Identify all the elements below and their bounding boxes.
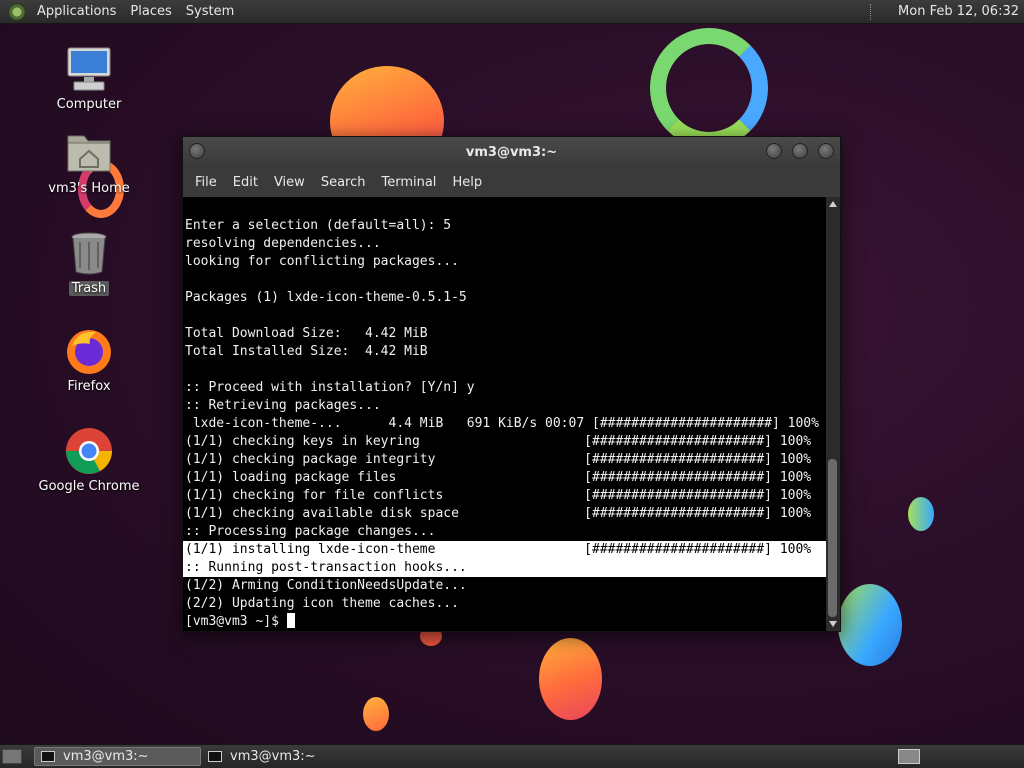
taskbar-item-label: vm3@vm3:~ <box>230 749 316 764</box>
desktop-icon-label: Computer <box>56 97 122 112</box>
terminal-line: (1/1) checking keys in keyring [########… <box>185 434 812 449</box>
terminal-line: (1/1) loading package files [###########… <box>185 470 812 485</box>
desktop-icon-label: Google Chrome <box>38 479 140 494</box>
terminal-output[interactable]: Enter a selection (default=all): 5 resol… <box>183 197 826 631</box>
taskbar-item-label: vm3@vm3:~ <box>63 749 149 764</box>
terminal-icon <box>208 751 222 762</box>
desktop-icon-trash[interactable]: Trash <box>34 228 144 296</box>
home-folder-icon <box>64 128 114 178</box>
text-cursor <box>286 613 295 628</box>
minimize-button[interactable] <box>766 143 782 159</box>
window-menubar: File Edit View Search Terminal Help <box>183 167 840 197</box>
terminal-line-selected: :: Running post-transaction hooks... <box>183 559 826 577</box>
terminal-line: :: Proceed with installation? [Y/n] y <box>185 380 475 395</box>
menu-view[interactable]: View <box>266 175 313 190</box>
menu-help[interactable]: Help <box>444 175 490 190</box>
window-title: vm3@vm3:~ <box>465 145 558 160</box>
terminal-prompt-line[interactable]: [vm3@vm3 ~]$ <box>183 613 826 631</box>
terminal-icon <box>41 751 55 762</box>
terminal-line: (2/2) Updating icon theme caches... <box>185 596 459 611</box>
terminal-line: lxde-icon-theme-... 4.4 MiB 691 KiB/s 00… <box>185 416 819 431</box>
terminal-window[interactable]: vm3@vm3:~ File Edit View Search Terminal… <box>182 136 841 632</box>
window-titlebar[interactable]: vm3@vm3:~ <box>183 137 840 167</box>
panel-separator <box>870 4 874 20</box>
desktop-icon-home[interactable]: vm3's Home <box>34 128 144 196</box>
terminal-line: Enter a selection (default=all): 5 <box>185 218 452 233</box>
desktop-icon-label: vm3's Home <box>48 181 130 196</box>
menu-terminal[interactable]: Terminal <box>373 175 444 190</box>
desktop-icon-computer[interactable]: Computer <box>34 44 144 112</box>
terminal-line: Total Installed Size: 4.42 MiB <box>185 344 428 359</box>
taskbar-item-terminal[interactable]: vm3@vm3:~ <box>34 747 201 766</box>
terminal-line: Total Download Size: 4.42 MiB <box>185 326 428 341</box>
terminal-line: looking for conflicting packages... <box>185 254 459 269</box>
scroll-down-icon[interactable] <box>829 621 837 627</box>
wallpaper-cyan-blob <box>908 497 934 531</box>
terminal-line: :: Retrieving packages... <box>185 398 381 413</box>
menu-search[interactable]: Search <box>313 175 374 190</box>
computer-icon <box>64 44 114 94</box>
firefox-icon <box>64 326 114 376</box>
wallpaper-small-blob <box>363 697 389 731</box>
desktop-icon-label: Firefox <box>67 379 111 394</box>
menu-applications[interactable]: Applications <box>37 4 116 19</box>
chrome-icon <box>64 426 114 476</box>
workspace-switcher[interactable] <box>898 749 920 764</box>
terminal-scrollbar[interactable] <box>826 197 840 631</box>
wallpaper-blue-blob <box>838 584 902 666</box>
show-desktop-icon[interactable] <box>2 749 22 764</box>
terminal-line: (1/2) Arming ConditionNeedsUpdate... <box>185 578 467 593</box>
shell-prompt: [vm3@vm3 ~]$ <box>185 614 287 629</box>
terminal-line: (1/1) checking package integrity [######… <box>185 452 812 467</box>
desktop-icon-firefox[interactable]: Firefox <box>34 326 144 394</box>
top-panel: Applications Places System Mon Feb 12, 0… <box>0 0 1024 24</box>
taskbar-item-terminal-2[interactable]: vm3@vm3:~ <box>202 747 372 766</box>
terminal-line-selected: (1/1) installing lxde-icon-theme [######… <box>183 541 826 559</box>
terminal-line: :: Processing package changes... <box>185 524 436 539</box>
wallpaper-pink-blob <box>539 638 602 720</box>
wallpaper-ring <box>650 28 768 148</box>
bottom-panel: vm3@vm3:~ vm3@vm3:~ <box>0 744 1024 768</box>
terminal-line: Packages (1) lxde-icon-theme-0.5.1-5 <box>185 290 467 305</box>
trash-icon <box>64 228 114 278</box>
terminal-line: (1/1) checking for file conflicts [#####… <box>185 488 812 503</box>
menu-places[interactable]: Places <box>130 4 171 19</box>
menu-system[interactable]: System <box>186 4 234 19</box>
maximize-button[interactable] <box>792 143 808 159</box>
terminal-line: (1/1) checking available disk space [###… <box>185 506 812 521</box>
scroll-up-icon[interactable] <box>829 201 837 207</box>
terminal-line: resolving dependencies... <box>185 236 381 251</box>
desktop-icon-label: Trash <box>68 281 110 296</box>
desktop-icon-chrome[interactable]: Google Chrome <box>34 426 144 494</box>
menu-file[interactable]: File <box>187 175 225 190</box>
clock[interactable]: Mon Feb 12, 06:32 <box>898 4 1019 19</box>
distro-logo-icon[interactable] <box>8 2 26 21</box>
close-button[interactable] <box>818 143 834 159</box>
menu-edit[interactable]: Edit <box>225 175 266 190</box>
scrollbar-thumb[interactable] <box>828 459 837 617</box>
